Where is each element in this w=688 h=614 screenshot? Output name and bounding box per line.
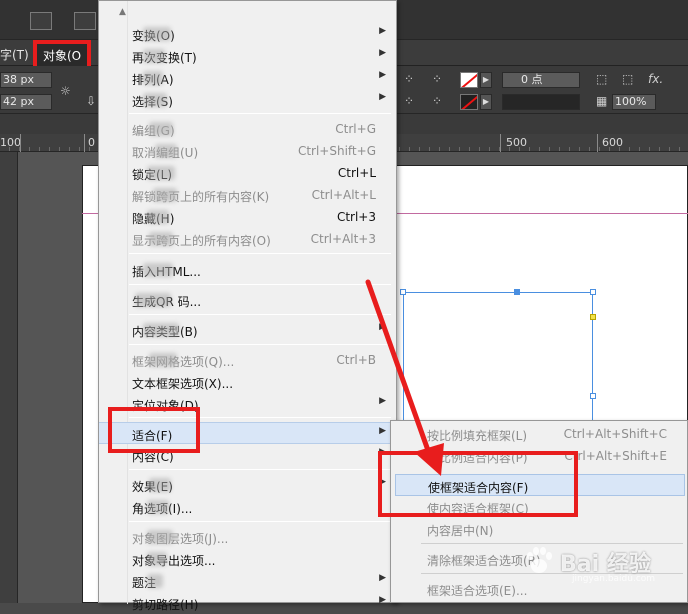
menu-item-object-export-options[interactable]: 对象导出选项... [99,548,396,570]
menu-separator [129,469,391,470]
blur-patch [153,188,177,202]
submenu-arrow-icon: ▶ [379,595,386,605]
menu-item-lock[interactable]: 锁定(L)Ctrl+L [99,162,396,184]
distribute-icon[interactable]: ⁘ [432,94,442,108]
menu-item-hide[interactable]: 隐藏(H)Ctrl+3 [99,206,396,228]
blur-patch [135,293,171,307]
blur-patch [149,478,171,492]
frame-handle[interactable] [590,393,596,399]
menu-type-partial[interactable]: 字(T) [0,46,29,63]
ruler-mark [20,134,21,152]
frame-handle[interactable] [400,289,406,295]
blur-patch [147,210,169,224]
submenu-arrow-icon: ▶ [379,26,386,36]
stroke-swatch[interactable] [460,94,478,110]
ruler-tick: 500 [506,136,527,149]
fit-content-icon[interactable]: ⬚ [622,72,633,86]
effects-fx-icon[interactable]: fx. [648,72,663,86]
menu-separator [129,344,391,345]
frame-handle[interactable] [514,289,520,295]
blur-patch [149,122,173,136]
submenu-arrow-icon: ▶ [379,322,386,332]
annotation-box-fit-frame-item [378,451,578,517]
menu-object[interactable]: 对象(O [43,47,81,64]
flip-icon[interactable]: ⁘ [404,94,414,108]
reference-point-icon[interactable]: ☼ [60,84,71,98]
submenu-arrow-icon: ▶ [379,48,386,58]
submenu-arrow-icon: ▶ [379,70,386,80]
menu-item-unlock-all[interactable]: 解锁跨页上的所有内容(K) Ctrl+Alt+L [99,184,396,206]
y-field[interactable]: 42 px [0,94,52,110]
menu-item-show-all[interactable]: 显示跨页上的所有内容(O) Ctrl+Alt+3 [99,228,396,250]
frame-fitting-icon[interactable]: ⬚ [596,72,607,86]
blur-patch [143,27,171,41]
opacity-icon[interactable]: ▦ [596,94,607,108]
blur-patch [149,353,177,367]
frame-handle[interactable] [590,289,596,295]
menu-item-captions[interactable]: 题注 ▶ [99,570,396,592]
ruler-tick: 100 [0,136,21,149]
annotation-box-fit-menu [108,407,200,453]
link-icon[interactable]: ⇩ [86,94,96,108]
menu-item-effects[interactable]: 效果(E)▶ [99,474,396,496]
blur-patch [147,500,169,514]
submenu-arrow-icon: ▶ [379,396,386,406]
blur-patch [143,323,179,337]
fill-dropdown-icon[interactable]: ▶ [480,72,492,88]
blur-patch [143,263,173,277]
screen-mode-button[interactable] [74,12,96,30]
watermark: Bai 经验 jingyan.baidu.com [520,540,688,590]
submenu-item-center-content[interactable]: 内容居中(N) [391,518,687,540]
fill-swatch[interactable] [460,72,478,88]
menu-separator [129,253,391,254]
menu-item-frame-grid-options[interactable]: 框架网格选项(Q)... Ctrl+B [99,349,396,371]
frame-corner-handle[interactable] [590,314,596,320]
blur-patch [143,71,163,85]
blur-patch [143,49,165,63]
menu-item-object-layer-options[interactable]: 对象图层选项(J)... [99,526,396,548]
align-icon[interactable]: ⁘ [432,72,442,86]
menu-item-group[interactable]: 编组(G)Ctrl+G [99,118,396,140]
blur-patch [143,93,167,107]
menu-item-ungroup[interactable]: 取消编组(U)Ctrl+Shift+G [99,140,396,162]
blur-patch [147,552,167,566]
rotate-icon[interactable]: ⁘ [404,72,414,86]
blur-patch [155,144,177,158]
x-field[interactable]: 38 px [0,72,52,88]
ruler-mark [500,134,501,152]
blur-patch [149,232,173,246]
opacity-field[interactable]: 100% [612,94,656,110]
watermark-url: jingyan.baidu.com [572,574,656,584]
layout-button[interactable] [30,12,52,30]
menu-separator [129,521,391,522]
object-menu: ▲ 变换(O)▶ 再次变换(T)▶ 排列(A)▶ 选择(S)▶ 编组(G)Ctr… [98,0,397,612]
vertical-ruler [0,152,18,603]
menu-scroll-up-icon[interactable]: ▲ [119,7,126,17]
ruler-tick: 600 [602,136,623,149]
menu-item-corner-options[interactable]: 角选项(I)... [99,496,396,518]
menu-item-clipping-path[interactable]: 剪切路径(H) ▶ [99,592,396,614]
blur-patch [147,530,173,544]
paw-logo-icon [527,547,552,573]
menu-item-text-frame-options[interactable]: 文本框架选项(X)... [99,371,396,393]
submenu-item-fill-frame-proportionally[interactable]: 按比例填充框架(L) Ctrl+Alt+Shift+C [391,423,687,445]
ruler-mark [84,134,85,152]
menu-separator [129,113,391,114]
ruler-tick: 0 [88,136,95,149]
submenu-arrow-icon: ▶ [379,573,386,583]
menu-separator [129,284,391,285]
stroke-dropdown-icon[interactable]: ▶ [480,94,492,110]
submenu-arrow-icon: ▶ [379,426,386,436]
stroke-type-field[interactable] [502,94,580,110]
blur-patch [147,574,163,588]
ruler-mark [597,134,598,152]
stroke-weight-field[interactable]: 0 点 [502,72,580,88]
menu-separator [129,314,391,315]
blur-patch [147,166,175,180]
selected-frame[interactable] [403,292,593,432]
submenu-arrow-icon: ▶ [379,92,386,102]
